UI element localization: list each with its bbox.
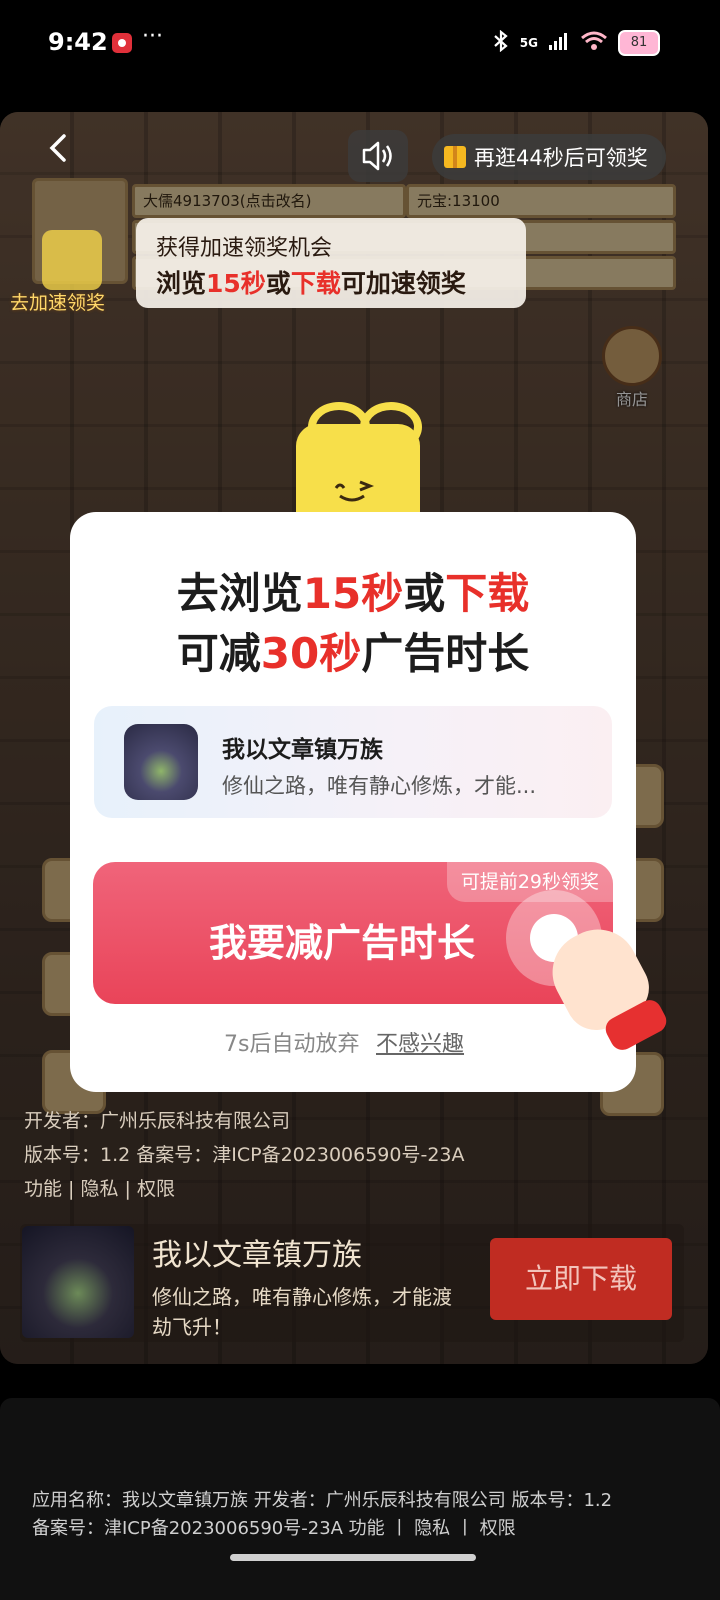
auto-abandon-text: 7s后自动放弃 — [224, 1032, 360, 1057]
mascot-face — [330, 474, 390, 511]
permission-links[interactable]: 功能 | 隐私 | 权限 — [24, 1174, 175, 1201]
more-notifications-icon: ··· — [142, 24, 163, 49]
signal-icon — [548, 31, 570, 55]
wifi-icon — [580, 30, 608, 56]
ad-title: 我以文章镇万族 — [152, 1238, 362, 1273]
reward-timer-pill: 再逛44秒后可领奖 — [432, 134, 666, 180]
ad-thumbnail — [22, 1226, 134, 1338]
gift-icon — [444, 146, 466, 168]
speed-reward-button[interactable]: 去加速领奖 — [10, 288, 105, 315]
bluetooth-icon — [492, 29, 510, 56]
sound-toggle-button[interactable] — [348, 130, 408, 182]
battery-icon: 81 — [618, 30, 660, 56]
footer-app-info: 应用名称：我以文章镇万族 开发者：广州乐辰科技有限公司 版本号：1.2 — [32, 1490, 613, 1511]
speed-tip-card: 获得加速领奖机会 浏览15秒或下载可加速领奖 — [136, 218, 526, 308]
footer-record-info[interactable]: 备案号：津ICP备2023006590号-23A 功能 丨 隐私 丨 权限 — [32, 1514, 516, 1540]
status-time: 9:42 — [48, 28, 108, 56]
not-interested-link[interactable]: 不感兴趣 — [376, 1026, 464, 1058]
dialog-title-line1: 去浏览15秒或下载 — [176, 569, 530, 618]
notification-app-icon — [112, 33, 132, 53]
app-description: 修仙之路，唯有静心修炼，才能... — [222, 774, 537, 798]
developer-info: 开发者：广州乐辰科技有限公司 — [24, 1110, 291, 1132]
app-name: 我以文章镇万族 — [222, 737, 383, 763]
tip-title: 获得加速领奖机会 — [156, 236, 333, 261]
version-info: 版本号：1.2 备案号：津ICP备2023006590号-23A — [24, 1144, 465, 1166]
download-button[interactable]: 立即下载 — [490, 1238, 672, 1320]
chevron-left-icon — [49, 134, 66, 162]
network-type: 5G — [519, 36, 538, 50]
tip-subtitle: 浏览15秒或下载可加速领奖 — [156, 269, 466, 298]
reward-timer-text: 再逛44秒后可领奖 — [474, 146, 648, 170]
speaker-icon — [362, 141, 392, 171]
dialog-title-line2: 可减30秒广告时长 — [176, 629, 530, 678]
back-button[interactable] — [40, 128, 80, 168]
speed-gift-icon — [42, 230, 102, 290]
cta-label: 我要减广告时长 — [209, 921, 476, 965]
status-indicators: 5G 81 — [492, 29, 660, 56]
ad-description: 修仙之路，唯有静心修炼，才能渡劫飞升！ — [152, 1285, 452, 1339]
app-icon — [124, 724, 198, 800]
home-indicator[interactable] — [230, 1554, 476, 1561]
